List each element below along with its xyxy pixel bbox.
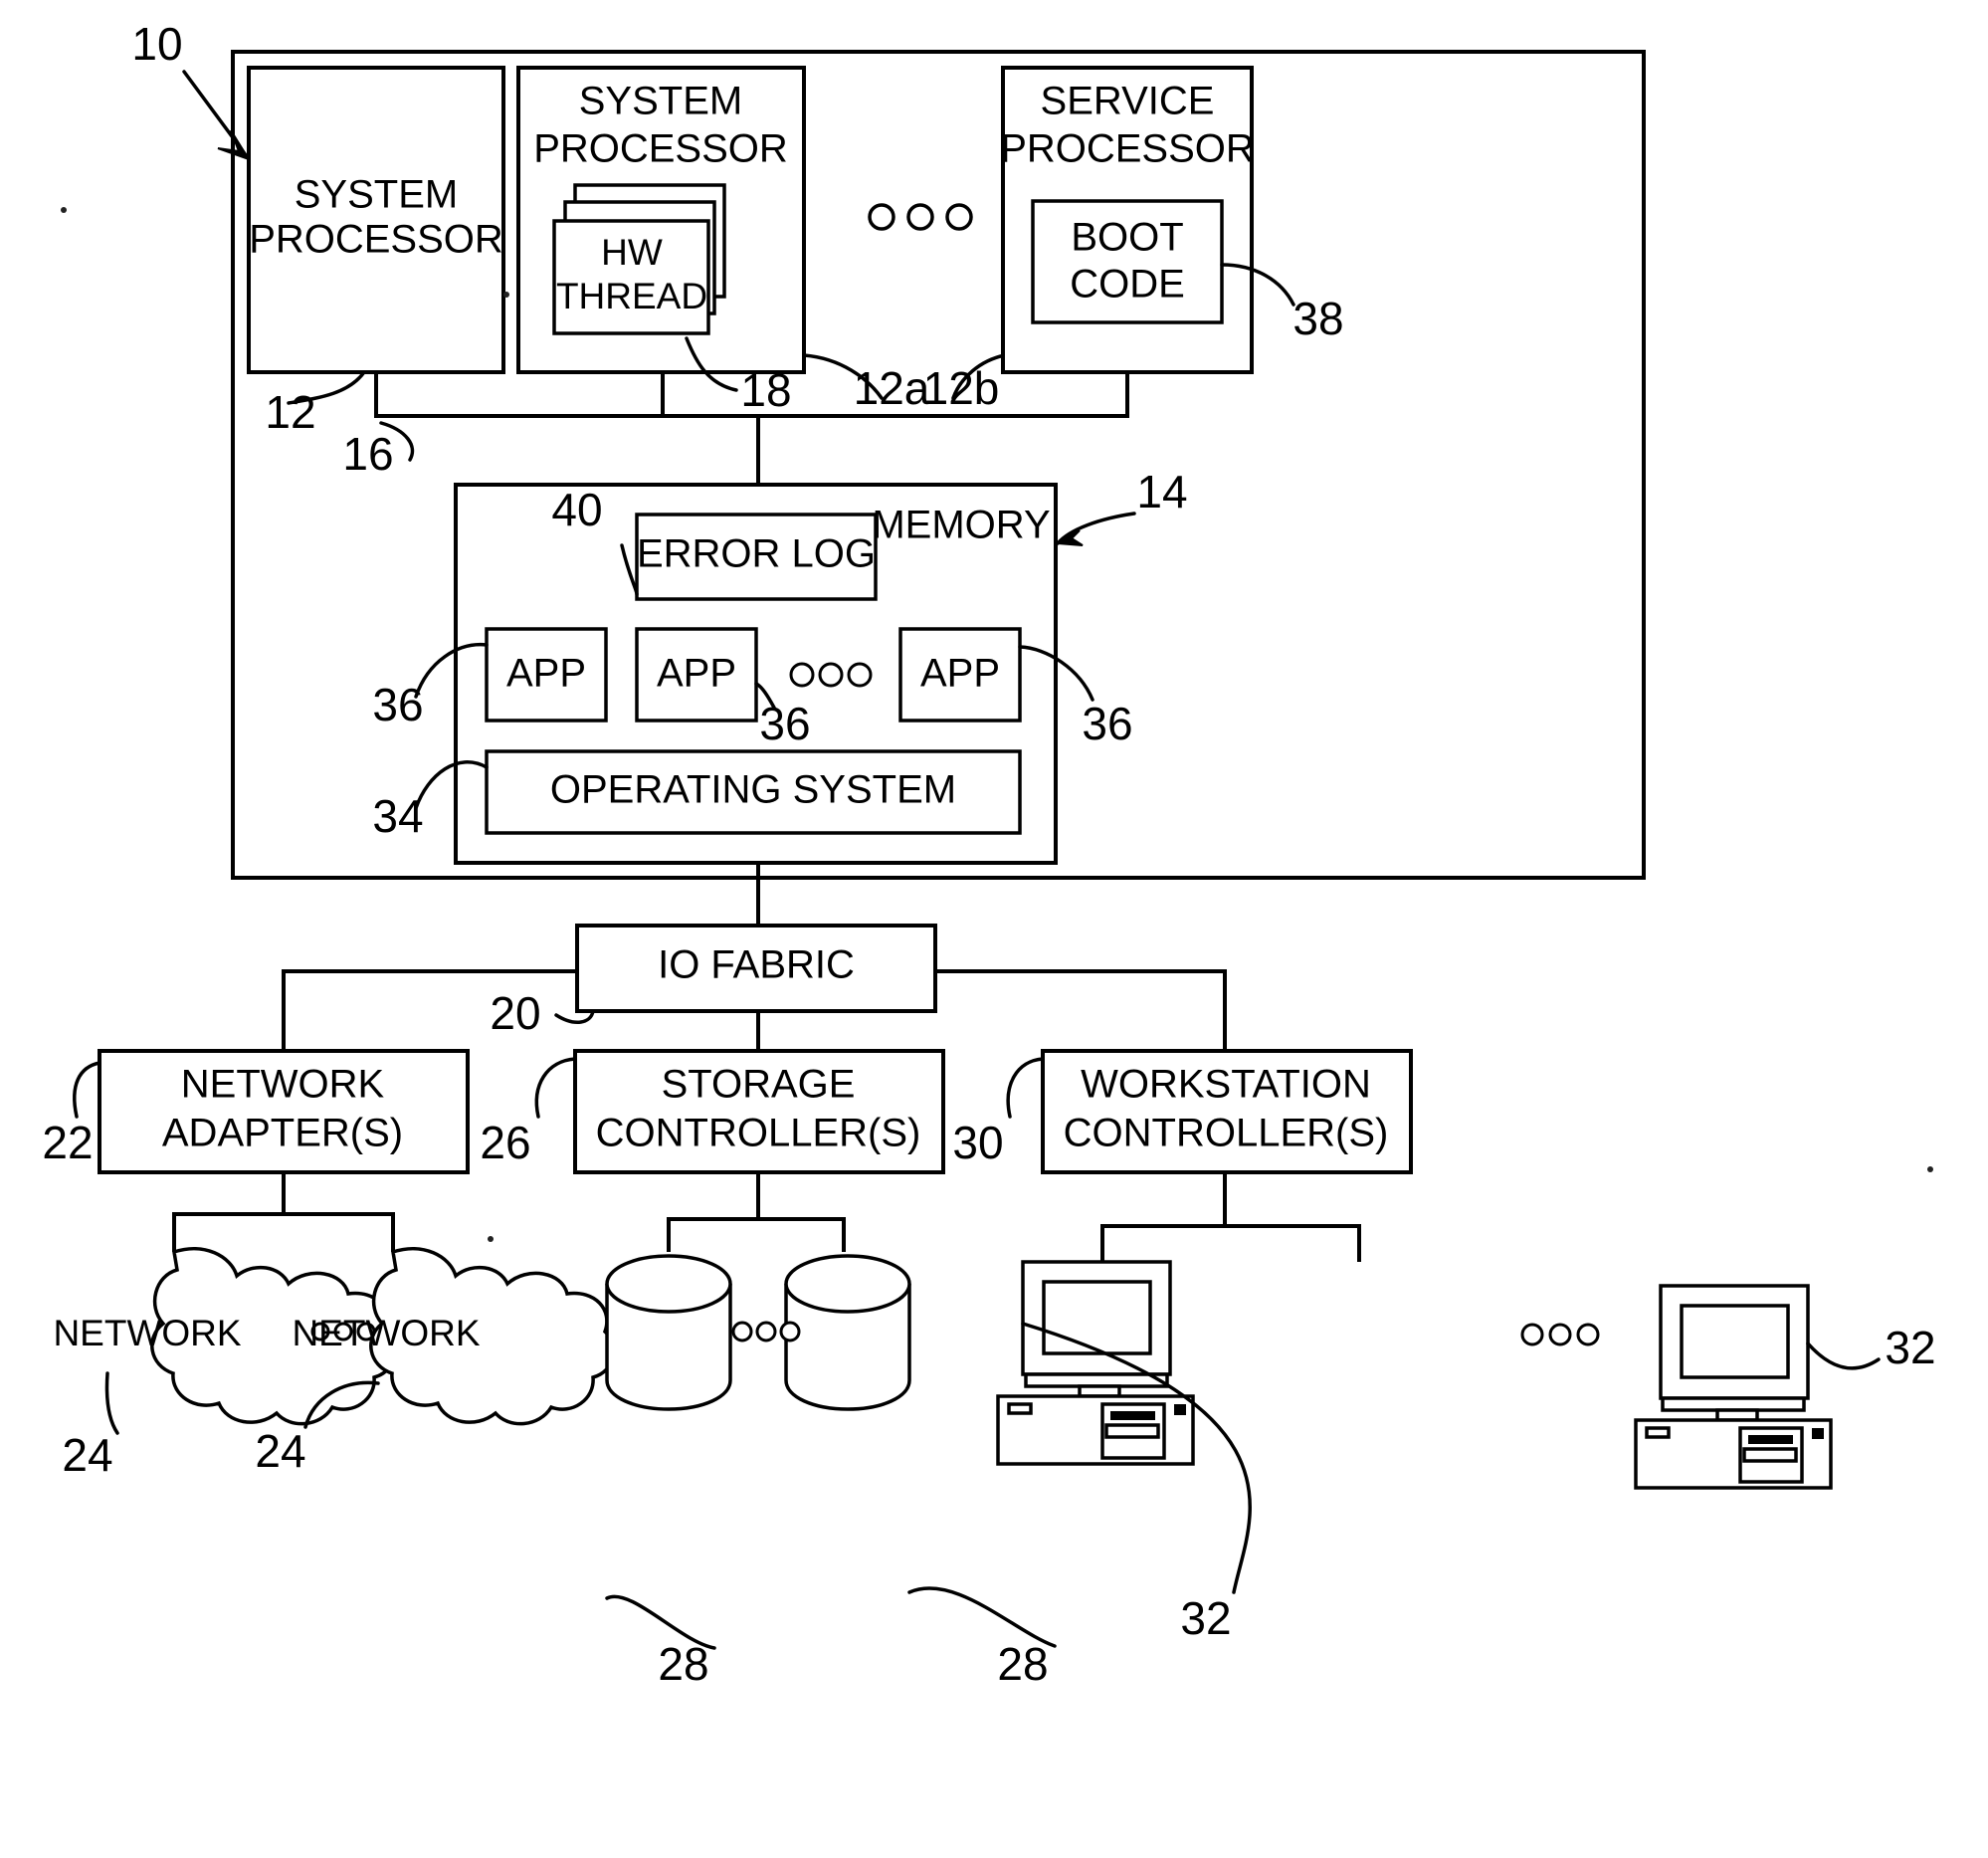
ref-32-left-label: 32	[1180, 1592, 1231, 1644]
ref-36-left-label: 36	[372, 679, 423, 730]
scan-artifact-dot-3	[488, 1236, 494, 1242]
ref-12-label: 12	[265, 386, 315, 438]
ref-12a-label: 12a	[854, 362, 930, 414]
workstation-1-power-led	[1174, 1404, 1186, 1415]
memory-label: MEMORY	[872, 504, 1050, 547]
ref-40-label: 40	[551, 484, 602, 535]
diagram-canvas: 10 SYSTEM PROCESSOR 12 SYSTEM PROCESSOR …	[42, 18, 1935, 1690]
network-adapters-label-line1: NETWORK	[181, 1063, 385, 1107]
ref-26-label: 26	[480, 1117, 530, 1168]
scan-artifact-dot-1	[61, 207, 67, 213]
workstation-2-screen	[1680, 1304, 1790, 1379]
ref-26-leader	[534, 1057, 577, 1119]
workstation-ellipsis-dot-3	[1576, 1323, 1600, 1346]
network-branch-right	[284, 1212, 395, 1252]
ref-14-label: 14	[1136, 466, 1187, 517]
storage-controllers-label-line1: STORAGE	[662, 1063, 856, 1107]
app-3-label: APP	[920, 652, 1000, 696]
patent-figure: 10 SYSTEM PROCESSOR 12 SYSTEM PROCESSOR …	[0, 0, 1988, 1858]
ref-32-right-label: 32	[1885, 1322, 1935, 1373]
ref-12b-label: 12b	[923, 362, 1000, 414]
ref-20-label: 20	[490, 987, 540, 1039]
disk-ellipsis-dot-3	[779, 1321, 801, 1342]
system-processor-1-label-line2: PROCESSOR	[249, 218, 503, 262]
boot-code-label-line2: CODE	[1070, 263, 1185, 307]
workstation-branch-left	[1100, 1172, 1227, 1262]
processor-ellipsis-dot-2	[906, 203, 934, 231]
hw-thread-label-line2: THREAD	[556, 276, 707, 316]
workstation-ellipsis-dot-1	[1520, 1323, 1544, 1346]
workstation-1-monitor-base	[1024, 1372, 1169, 1388]
ref-24-mid-label: 24	[255, 1425, 305, 1477]
network-cloud-2-label: NETWORK	[292, 1313, 480, 1353]
network-adapters-label-line2: ADAPTER(S)	[162, 1112, 403, 1155]
operating-system-label: OPERATING SYSTEM	[550, 768, 956, 812]
ref-22-label: 22	[42, 1117, 93, 1168]
ref-28-disk2-label: 28	[997, 1638, 1048, 1690]
workstation-1-screen	[1042, 1280, 1152, 1355]
io-fabric-label: IO FABRIC	[658, 943, 855, 987]
workstation-1-drive-2	[1104, 1423, 1160, 1439]
error-log-label: ERROR LOG	[637, 532, 876, 576]
workstation-2-badge	[1645, 1426, 1671, 1439]
ref-30-leader	[1006, 1057, 1045, 1119]
ref-36-right-label: 36	[1082, 698, 1132, 749]
app-ellipsis-dot-3	[847, 662, 873, 688]
workstation-controllers-label-line1: WORKSTATION	[1081, 1063, 1371, 1107]
network-cloud-1-label: NETWORK	[53, 1313, 241, 1353]
workstation-1-badge	[1007, 1402, 1033, 1415]
app-ellipsis-dot-1	[789, 662, 815, 688]
processor-ellipsis-dot-3	[945, 203, 973, 231]
network-branch-left	[172, 1172, 286, 1252]
workstation-2-monitor-base	[1661, 1396, 1806, 1412]
ref-30-label: 30	[952, 1117, 1003, 1168]
ref-18-label: 18	[740, 364, 791, 416]
system-processor-1-label-line1: SYSTEM	[295, 173, 458, 217]
boot-code-label-line1: BOOT	[1071, 216, 1183, 260]
workstation-ellipsis-dot-2	[1548, 1323, 1572, 1346]
disk-ellipsis-dot-1	[731, 1321, 753, 1342]
ref-36-mid-label: 36	[759, 698, 810, 749]
ref-16-label: 16	[342, 428, 393, 480]
workstation-2-drive-slot	[1748, 1435, 1793, 1444]
disk-ellipsis-dot-2	[755, 1321, 777, 1342]
workstation-controllers-label-line2: CONTROLLER(S)	[1064, 1112, 1389, 1155]
ref-38-label: 38	[1292, 293, 1343, 344]
app-ellipsis-dot-2	[818, 662, 844, 688]
ref-34-label: 34	[372, 790, 423, 842]
workstation-2-drive-2	[1742, 1447, 1798, 1463]
workstation-1-drive-slot	[1110, 1411, 1155, 1420]
storage-disk-2-top	[784, 1254, 911, 1314]
ref-10-label: 10	[131, 18, 182, 70]
ref-24-left-label: 24	[62, 1429, 112, 1481]
service-processor-label-line2: PROCESSOR	[1000, 127, 1255, 171]
service-processor-label-line1: SERVICE	[1041, 80, 1215, 123]
workstation-2-power-led	[1812, 1428, 1824, 1439]
workstation-branch-right	[1225, 1224, 1361, 1262]
ref-28-disk1-label: 28	[658, 1638, 708, 1690]
storage-controllers-label-line2: CONTROLLER(S)	[596, 1112, 921, 1155]
system-processor-2-label-line1: SYSTEM	[579, 80, 742, 123]
scan-artifact-dot-2	[503, 292, 509, 298]
processor-ellipsis-dot-1	[868, 203, 895, 231]
ref-22-leader	[73, 1061, 101, 1119]
ref-24-left-leader	[104, 1371, 119, 1435]
scan-artifact-dot-4	[1927, 1166, 1933, 1172]
app-2-label: APP	[657, 652, 736, 696]
storage-disk-1-top	[605, 1254, 732, 1314]
storage-branch-right	[758, 1217, 846, 1252]
app-1-label: APP	[506, 652, 586, 696]
ref-32-leader-right	[1806, 1342, 1881, 1370]
storage-branch-left	[667, 1172, 760, 1252]
io-fabric-branch-right	[935, 969, 1227, 1051]
system-processor-2-label-line2: PROCESSOR	[533, 127, 788, 171]
hw-thread-label-line1: HW	[601, 232, 663, 273]
